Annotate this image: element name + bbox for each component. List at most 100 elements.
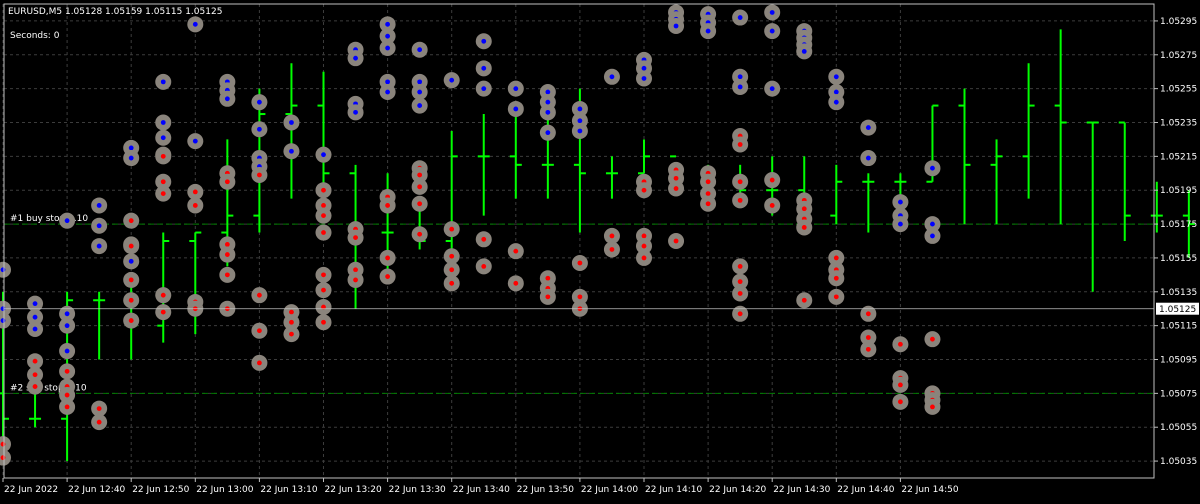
sell-marker [251, 322, 268, 339]
sell-marker [219, 266, 236, 283]
buy-marker [155, 114, 172, 131]
marker-dot [545, 130, 551, 136]
marker-dot [481, 236, 487, 242]
marker-dot [32, 301, 38, 307]
buy-marker [603, 68, 620, 85]
buy-marker [91, 238, 108, 255]
ohlc-bar [509, 105, 522, 199]
marker-dot [449, 77, 455, 83]
buy-marker [475, 80, 492, 97]
marker-dot [289, 148, 294, 154]
buy-marker [283, 143, 300, 160]
marker-dot [577, 260, 583, 266]
sell-marker [764, 172, 781, 189]
marker-dot [609, 233, 615, 239]
sell-marker [347, 229, 364, 246]
ohlc-bar [990, 139, 1003, 225]
price-chart[interactable]: #1 buy stop 0.10 #2 sell stop 0.10 1.0529… [0, 0, 1200, 500]
buy-marker [892, 216, 909, 233]
sell-marker [636, 249, 652, 266]
marker-dot [224, 252, 230, 257]
buy-marker [571, 122, 588, 139]
buy-marker [539, 104, 556, 121]
y-tick-label: 1.05055 [1160, 423, 1197, 433]
buy-marker [59, 212, 76, 229]
marker-dot [609, 247, 615, 252]
marker-dot [930, 221, 935, 227]
marker-dot [481, 38, 487, 44]
marker-dot [417, 89, 423, 95]
buy-marker [123, 150, 140, 167]
marker-dot [577, 106, 583, 112]
marker-dot [160, 79, 166, 85]
marker-dot [128, 145, 134, 151]
marker-dot [32, 358, 38, 364]
marker-dot [0, 455, 6, 461]
sell-marker [475, 231, 492, 248]
marker-dot [160, 179, 166, 185]
sell-marker [603, 241, 620, 258]
marker-dot [32, 384, 38, 389]
buy-marker [155, 129, 172, 146]
marker-dot [128, 243, 134, 249]
buy-marker [764, 23, 781, 40]
marker-dot [385, 89, 390, 95]
marker-dot [705, 179, 711, 185]
buy-marker [764, 4, 781, 21]
marker-dot [417, 184, 423, 190]
sell-marker [155, 185, 172, 202]
sell-marker [219, 246, 236, 263]
marker-dot [833, 74, 839, 80]
sell-marker [315, 224, 332, 241]
ohlc-bar [1118, 121, 1131, 241]
marker-dot [865, 125, 871, 130]
y-tick-label: 1.05215 [1160, 152, 1197, 162]
marker-dot [321, 287, 326, 293]
marker-dot [769, 203, 775, 208]
sell-marker [796, 219, 813, 236]
marker-dot [321, 272, 326, 278]
marker-dot [545, 89, 551, 95]
y-tick-label: 1.05115 [1160, 322, 1197, 332]
marker-dot [769, 28, 775, 34]
buy-marker [507, 80, 524, 97]
sell-marker [411, 178, 428, 195]
x-tick-label: 22 Jun 14:30 [773, 485, 830, 495]
sell-marker [924, 398, 941, 415]
marker-dot [449, 253, 455, 259]
buy-marker [251, 121, 268, 138]
marker-dot [160, 191, 166, 197]
y-tick-label: 1.05255 [1160, 85, 1197, 95]
sell-marker [379, 268, 396, 285]
marker-dot [321, 152, 326, 158]
trade-markers [0, 4, 941, 466]
marker-dot [257, 126, 262, 132]
x-tick-label: 22 Jun 2022 [4, 485, 58, 495]
chart-window[interactable]: #1 buy stop 0.10 #2 sell stop 0.10 1.0529… [0, 0, 1200, 500]
marker-dot [160, 309, 166, 315]
sell-marker [315, 182, 332, 199]
sell-marker [123, 312, 140, 329]
marker-dot [737, 15, 743, 20]
axes: 1.05295 1.05275 1.05255 1.05235 1.05215 1.051… [2, 3, 1199, 495]
marker-dot [737, 291, 743, 296]
marker-dot [417, 201, 423, 207]
sell-marker [379, 249, 396, 266]
ohlc-bar [638, 139, 650, 175]
marker-dot [385, 33, 390, 39]
sell-marker [283, 326, 300, 343]
sell-marker [251, 287, 268, 304]
marker-dot [641, 65, 647, 71]
buy-marker [251, 94, 268, 111]
marker-dot [705, 191, 711, 197]
marker-dot [801, 49, 807, 54]
marker-dot [417, 231, 423, 237]
order-label: #2 sell stop 0.10 [10, 383, 87, 393]
buy-marker [315, 146, 332, 163]
order-label: #1 buy stop 0.10 [10, 214, 88, 224]
marker-dot [898, 199, 903, 205]
ohlc-bar [317, 71, 330, 199]
sell-marker [251, 354, 268, 371]
marker-dot [833, 99, 839, 105]
marker-dot [96, 406, 102, 411]
